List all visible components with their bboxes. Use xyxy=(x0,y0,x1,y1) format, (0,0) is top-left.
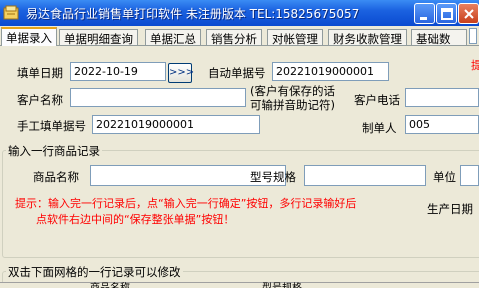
customer-field[interactable] xyxy=(70,88,246,107)
customer-label: 客户名称 xyxy=(17,93,63,107)
maker-label: 制单人 xyxy=(362,121,397,135)
spec-field[interactable] xyxy=(304,165,426,186)
maximize-button[interactable] xyxy=(436,3,457,24)
tab-scroll-left-icon[interactable] xyxy=(469,28,477,44)
customer-hint: (客户有保存的话 可输拼音助记符) xyxy=(250,84,335,112)
app-icon xyxy=(3,5,19,21)
tab-finance[interactable]: 财务收款管理 xyxy=(328,29,407,46)
minimize-button[interactable] xyxy=(414,3,435,24)
date-label: 填单日期 xyxy=(17,66,63,80)
grid-title: 双击下面网格的一行记录可以修改 xyxy=(6,264,183,280)
tab-sales-analysis[interactable]: 销售分析 xyxy=(206,29,262,46)
grid-column-product[interactable]: 商品名称 xyxy=(90,279,130,288)
date-field[interactable]: 2022-10-19 xyxy=(70,62,166,81)
production-date-label: 生产日期 xyxy=(427,202,473,216)
product-label: 商品名称 xyxy=(33,170,79,184)
tab-strip: 单据录入 单据明细查询 单据汇总 销售分析 对帐管理 财务收款管理 基础数 xyxy=(0,27,479,46)
close-button[interactable] xyxy=(458,3,479,24)
tab-entry[interactable]: 单据录入 xyxy=(1,27,57,46)
customer-phone-label: 客户电话 xyxy=(354,93,400,107)
entry-hint: 提示：输入完一行记录后，点“输入完一行确定”按钮，多行记录输好后 点软件右边中间… xyxy=(15,197,357,226)
auto-number-field[interactable]: 20221019000001 xyxy=(272,62,389,81)
manual-number-field[interactable]: 20221019000001 xyxy=(92,115,260,134)
maker-field[interactable]: 005 xyxy=(405,115,479,134)
tab-basic-data[interactable]: 基础数 xyxy=(411,29,467,46)
tab-reconciliation[interactable]: 对帐管理 xyxy=(267,29,323,46)
grid-column-spec[interactable]: 型号规格 xyxy=(262,279,302,288)
title-bar[interactable]: 易达食品行业销售单打印软件 未注册版本 TEL:15825675057 xyxy=(0,0,479,26)
tab-summary[interactable]: 单据汇总 xyxy=(145,29,201,46)
unit-label: 单位 xyxy=(433,170,456,184)
spec-label: 型号规格 xyxy=(250,170,296,184)
unit-field[interactable] xyxy=(460,165,479,186)
grid-header: 商品名称 型号规格 xyxy=(0,282,479,288)
window-title: 易达食品行业销售单打印软件 未注册版本 TEL:15825675057 xyxy=(26,7,360,21)
auto-number-label: 自动单据号 xyxy=(208,66,266,80)
side-mark: 提 xyxy=(471,59,479,72)
manual-number-label: 手工填单据号 xyxy=(17,119,86,133)
date-picker-button[interactable]: >>> xyxy=(168,63,194,83)
tab-detail-query[interactable]: 单据明细查询 xyxy=(59,29,138,46)
item-entry-title: 输入一行商品记录 xyxy=(6,143,102,159)
customer-phone-field[interactable] xyxy=(405,88,479,107)
